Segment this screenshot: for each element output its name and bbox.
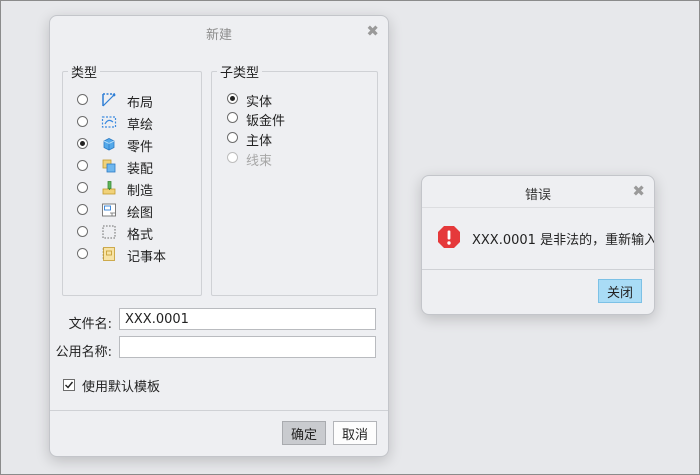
error-icon	[438, 226, 460, 248]
close-icon[interactable]: ✖	[366, 22, 379, 40]
type-label-part: 零件	[127, 140, 154, 155]
type-radio-manufacturing[interactable]	[77, 182, 88, 193]
file-name-label: 文件名:	[68, 317, 112, 332]
ok-button[interactable]: 确定	[282, 421, 326, 445]
type-radio-format[interactable]	[77, 226, 88, 237]
subtype-option-sheetmetal[interactable]: 钣金件	[210, 108, 370, 129]
type-radio-sketch[interactable]	[77, 116, 88, 127]
type-radio-drawing[interactable]	[77, 204, 88, 215]
error-dialog-title: 错误	[524, 188, 551, 203]
close-button[interactable]: 关闭	[598, 279, 642, 303]
new-dialog: 新建 ✖ 类型 子类型 布局 草绘 零件 装配 制造 绘图 格式 记事本 实体 …	[49, 15, 389, 457]
checkmark-icon	[65, 381, 74, 389]
new-dialog-title: 新建	[205, 28, 232, 43]
type-option-sketch[interactable]: 草绘	[50, 112, 200, 133]
error-message: XXX.0001 是非法的，重新输入:	[472, 233, 655, 248]
layout-icon	[102, 93, 116, 107]
type-label-notebook: 记事本	[127, 250, 167, 265]
error-dialog-titlebar[interactable]: 错误 ✖	[422, 176, 654, 207]
subtype-group-legend: 子类型	[220, 66, 260, 81]
error-dialog: 错误 ✖ XXX.0001 是非法的，重新输入: 关闭	[421, 175, 655, 315]
use-default-template-checkbox[interactable]	[63, 379, 75, 391]
manufacturing-icon	[102, 181, 116, 195]
type-label-sketch: 草绘	[127, 118, 154, 133]
part-icon	[103, 138, 115, 151]
type-option-notebook[interactable]: 记事本	[50, 244, 200, 265]
subtype-radio-harness	[227, 152, 238, 163]
type-radio-notebook[interactable]	[77, 248, 88, 259]
drawing-icon	[102, 203, 116, 217]
error-footer-divider	[422, 269, 654, 270]
subtype-option-body[interactable]: 主体	[210, 128, 370, 149]
type-label-drawing: 绘图	[127, 206, 154, 221]
subtype-option-solid[interactable]: 实体	[210, 89, 370, 110]
common-name-input[interactable]	[119, 336, 376, 358]
cancel-button[interactable]: 取消	[333, 421, 377, 445]
subtype-label-body: 主体	[246, 134, 273, 149]
subtype-option-harness: 线束	[210, 148, 370, 169]
type-radio-part[interactable]	[77, 138, 88, 149]
type-radio-assembly[interactable]	[77, 160, 88, 171]
type-option-format[interactable]: 格式	[50, 222, 200, 243]
type-label-layout: 布局	[127, 96, 154, 111]
common-name-label: 公用名称:	[55, 345, 112, 360]
use-default-template-label: 使用默认模板	[82, 380, 161, 395]
close-icon[interactable]: ✖	[632, 182, 645, 200]
error-title-divider	[422, 207, 654, 208]
subtype-radio-body[interactable]	[227, 132, 238, 143]
assembly-icon	[102, 159, 116, 173]
notebook-icon	[102, 247, 115, 261]
sketch-icon	[101, 116, 117, 128]
new-dialog-titlebar[interactable]: 新建 ✖	[50, 16, 388, 48]
subtype-radio-solid[interactable]	[227, 93, 238, 104]
type-group-legend: 类型	[71, 66, 98, 81]
subtype-radio-sheetmetal[interactable]	[227, 112, 238, 123]
format-icon	[102, 225, 116, 239]
type-label-format: 格式	[127, 228, 154, 243]
subtype-label-sheetmetal: 钣金件	[246, 114, 286, 129]
type-label-assembly: 装配	[127, 162, 154, 177]
type-radio-layout[interactable]	[77, 94, 88, 105]
type-option-assembly[interactable]: 装配	[50, 156, 200, 177]
type-label-manufacturing: 制造	[127, 184, 154, 199]
footer-divider	[50, 410, 388, 411]
file-name-input[interactable]	[119, 308, 376, 330]
type-option-part[interactable]: 零件	[50, 134, 200, 155]
subtype-label-harness: 线束	[246, 154, 273, 169]
type-option-drawing[interactable]: 绘图	[50, 200, 200, 221]
type-option-manufacturing[interactable]: 制造	[50, 178, 200, 199]
type-option-layout[interactable]: 布局	[50, 90, 200, 111]
